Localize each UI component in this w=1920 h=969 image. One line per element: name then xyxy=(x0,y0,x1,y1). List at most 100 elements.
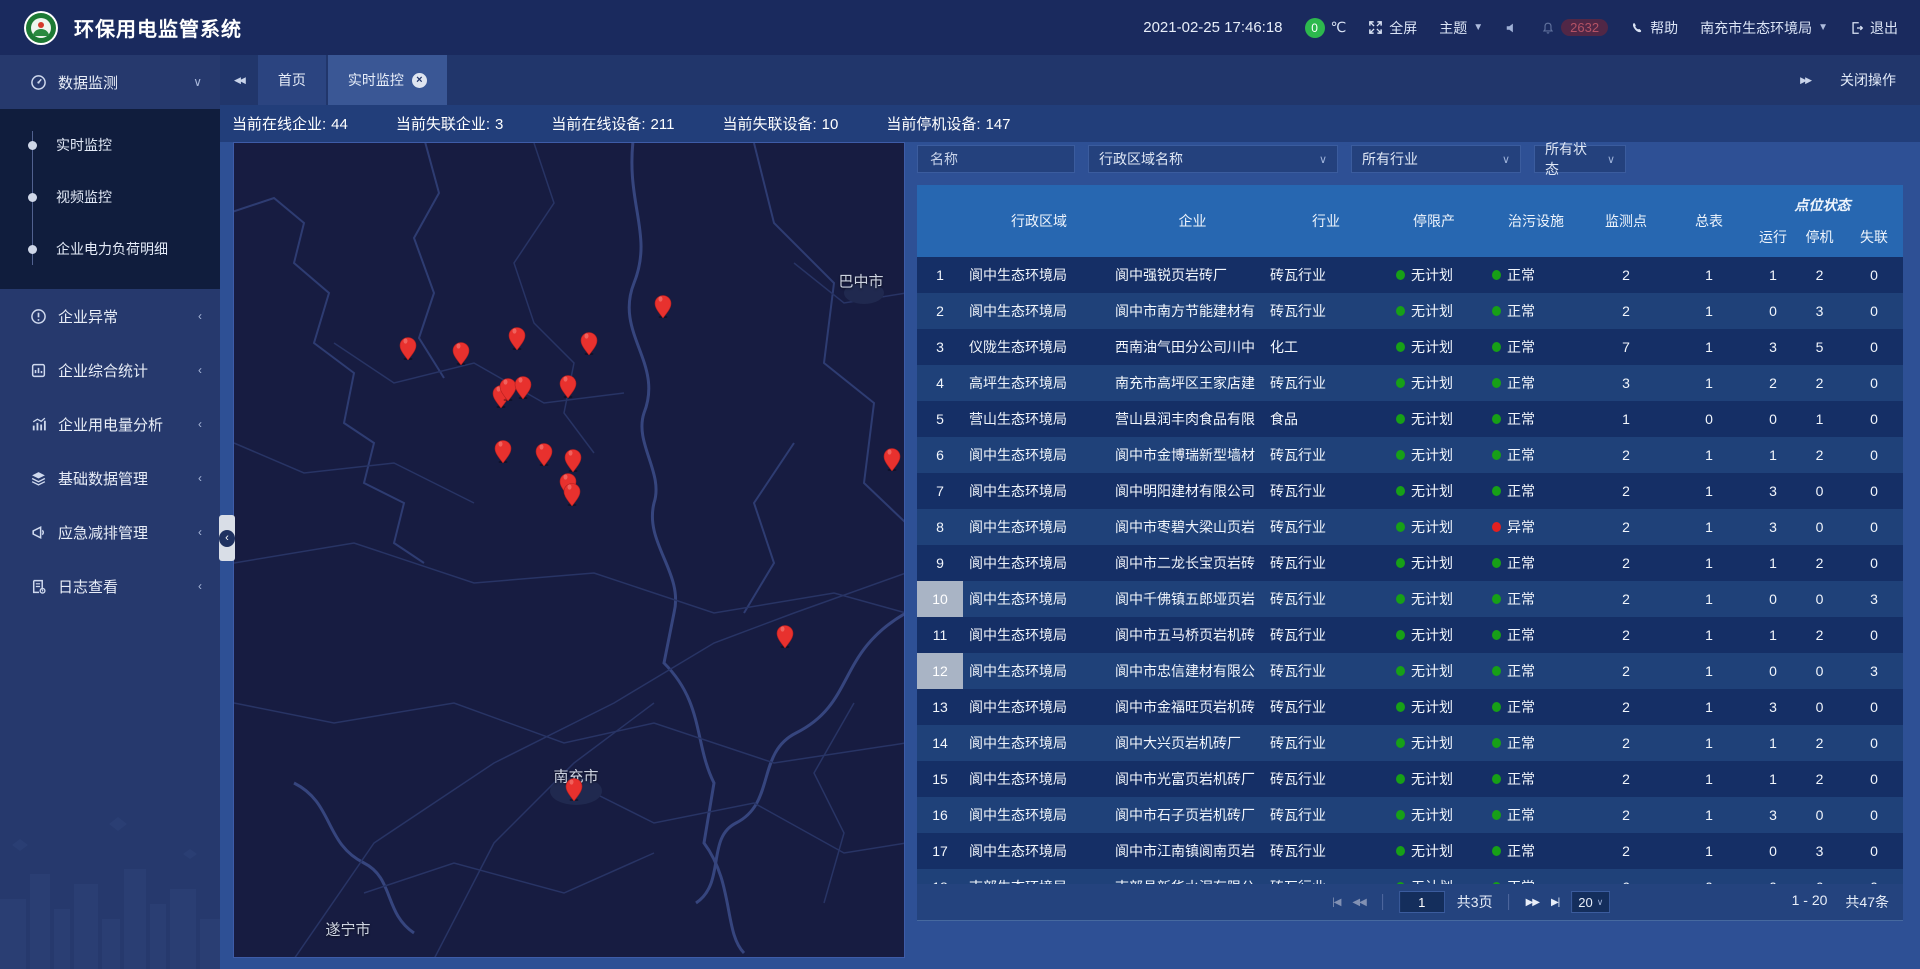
mute-button[interactable] xyxy=(1505,21,1519,35)
table-row[interactable]: 17阆中生态环境局阆中市江南镇阆南页岩砖瓦行业无计划正常21030 xyxy=(917,833,1903,869)
map-marker-pin-icon[interactable] xyxy=(557,368,579,398)
cell-company: 阆中市光富页岩机砖厂 xyxy=(1115,769,1255,789)
table-row[interactable]: 4高坪生态环境局南充市高坪区王家店建砖瓦行业无计划正常31220 xyxy=(917,365,1903,401)
table-row[interactable]: 11阆中生态环境局阆中市五马桥页岩机砖砖瓦行业无计划正常21120 xyxy=(917,617,1903,653)
cell-limit: 无计划 xyxy=(1411,589,1453,609)
filter-bar: 行政区域名称∨ 所有行业∨ 所有状态∨ xyxy=(917,145,1639,173)
map-marker-pin-icon[interactable] xyxy=(533,436,555,466)
cell-points: 2 xyxy=(1622,267,1630,283)
sidebar-collapse-handle[interactable]: ‹ xyxy=(219,515,235,561)
sidebar-item-4[interactable]: 基础数据管理‹ xyxy=(0,451,220,505)
table-row[interactable]: 12阆中生态环境局阆中市忠信建材有限公砖瓦行业无计划正常21003 xyxy=(917,653,1903,689)
sidebar-subitem[interactable]: 视频监控 xyxy=(0,171,220,223)
map-marker-pin-icon[interactable] xyxy=(561,476,583,506)
row-number: 2 xyxy=(917,293,963,329)
map-marker-pin-icon[interactable] xyxy=(450,335,472,365)
cell-industry: 砖瓦行业 xyxy=(1270,517,1326,537)
cell-lost: 0 xyxy=(1870,339,1878,355)
map-marker-pin-icon[interactable] xyxy=(506,320,528,350)
theme-dropdown[interactable]: 主题▼ xyxy=(1439,18,1483,38)
next-page-button[interactable]: ▶▶ xyxy=(1526,897,1539,908)
chevron-left-icon: ‹ xyxy=(219,530,235,547)
table-row[interactable]: 2阆中生态环境局阆中市南方节能建材有砖瓦行业无计划正常21030 xyxy=(917,293,1903,329)
cell-meters: 0 xyxy=(1705,411,1713,427)
map-marker-pin-icon[interactable] xyxy=(563,771,585,801)
status-select[interactable]: 所有状态∨ xyxy=(1534,145,1626,173)
org-dropdown[interactable]: 南充市生态环境局▼ xyxy=(1700,18,1828,38)
table-row[interactable]: 9阆中生态环境局阆中市二龙长宝页岩砖砖瓦行业无计划正常21120 xyxy=(917,545,1903,581)
cell-lost: 0 xyxy=(1870,483,1878,499)
chevron-left-icon: ‹ xyxy=(198,309,202,323)
cell-facility: 正常 xyxy=(1507,877,1535,884)
table-row[interactable]: 1阆中生态环境局阆中强锐页岩砖厂砖瓦行业无计划正常21120 xyxy=(917,257,1903,293)
sidebar-subitem[interactable]: 实时监控 xyxy=(0,119,220,171)
tab-1[interactable]: 实时监控× xyxy=(328,55,447,105)
cell-facility: 正常 xyxy=(1507,373,1535,393)
app-title: 环保用电监管系统 xyxy=(74,13,242,42)
help-button[interactable]: 帮助 xyxy=(1630,18,1678,38)
sidebar-item-2[interactable]: 企业综合统计‹ xyxy=(0,343,220,397)
sidebar-item-3[interactable]: 企业用电量分析‹ xyxy=(0,397,220,451)
enterprise-table: 行政区域企业行业停限产治污设施监测点总表 点位状态 运行停机失联 1阆中生态环境… xyxy=(917,185,1903,921)
table-row[interactable]: 13阆中生态环境局阆中市金福旺页岩机砖砖瓦行业无计划正常21300 xyxy=(917,689,1903,725)
notifications-button[interactable]: 2632 xyxy=(1541,19,1608,36)
fullscreen-button[interactable]: 全屏 xyxy=(1368,18,1417,38)
map[interactable]: 巴中市南充市遂宁市 xyxy=(233,142,905,958)
table-row[interactable]: 15阆中生态环境局阆中市光富页岩机砖厂砖瓦行业无计划正常21120 xyxy=(917,761,1903,797)
table-row[interactable]: 5营山生态环境局营山县润丰肉食品有限食品无计划正常10010 xyxy=(917,401,1903,437)
cell-meters: 1 xyxy=(1705,519,1713,535)
prev-page-button[interactable]: ◀◀ xyxy=(1352,897,1365,908)
table-row[interactable]: 6阆中生态环境局阆中市金博瑞新型墙材砖瓦行业无计划正常21120 xyxy=(917,437,1903,473)
status-dot-icon xyxy=(1396,342,1405,352)
table-row[interactable]: 16阆中生态环境局阆中市石子页岩机砖厂砖瓦行业无计划正常21300 xyxy=(917,797,1903,833)
industry-select[interactable]: 所有行业∨ xyxy=(1351,145,1521,173)
name-search-field[interactable] xyxy=(917,145,1075,173)
table-row[interactable]: 3仪陇生态环境局西南油气田分公司川中化工无计划正常71350 xyxy=(917,329,1903,365)
status-dot-icon xyxy=(1492,594,1501,604)
app-logo-icon xyxy=(24,11,58,45)
close-operations-button[interactable]: 关闭操作 xyxy=(1840,70,1896,90)
page-size-select[interactable]: 20∨ xyxy=(1571,891,1610,913)
table-row[interactable]: 14阆中生态环境局阆中大兴页岩机砖厂砖瓦行业无计划正常21120 xyxy=(917,725,1903,761)
sidebar-item-0[interactable]: 数据监测∨ xyxy=(0,55,220,109)
logout-button[interactable]: 退出 xyxy=(1850,18,1898,38)
name-search-input[interactable] xyxy=(928,150,1064,168)
map-marker-pin-icon[interactable] xyxy=(881,441,903,471)
column-subheader: 停机 xyxy=(1794,227,1845,247)
map-marker-pin-icon[interactable] xyxy=(652,288,674,318)
map-marker-pin-icon[interactable] xyxy=(397,330,419,360)
tab-close-icon[interactable]: × xyxy=(412,73,427,88)
table-row[interactable]: 7阆中生态环境局阆中明阳建材有限公司砖瓦行业无计划正常21300 xyxy=(917,473,1903,509)
region-select[interactable]: 行政区域名称∨ xyxy=(1088,145,1338,173)
sidebar-subitem-label: 视频监控 xyxy=(56,187,112,207)
map-marker-pin-icon[interactable] xyxy=(774,618,796,648)
map-marker-pin-icon[interactable] xyxy=(512,369,534,399)
sidebar-item-label: 基础数据管理 xyxy=(58,468,148,489)
cell-meters: 1 xyxy=(1705,771,1713,787)
map-marker-pin-icon[interactable] xyxy=(578,325,600,355)
cell-stop: 0 xyxy=(1816,663,1824,679)
cell-stop: 3 xyxy=(1816,303,1824,319)
table-row[interactable]: 8阆中生态环境局阆中市枣碧大梁山页岩砖瓦行业无计划异常21300 xyxy=(917,509,1903,545)
chevron-left-icon: ‹ xyxy=(198,525,202,539)
tabs-scroll-left-button[interactable]: ◀◀ xyxy=(220,55,258,105)
cell-stop: 2 xyxy=(1816,627,1824,643)
datetime: 2021-02-25 17:46:18 xyxy=(1143,19,1282,36)
tab-0[interactable]: 首页 xyxy=(258,55,326,105)
sidebar-item-5[interactable]: 应急减排管理‹ xyxy=(0,505,220,559)
tabs-scroll-right-button[interactable]: ▶▶ xyxy=(1800,75,1810,86)
last-page-button[interactable]: ▶| xyxy=(1551,897,1559,908)
map-marker-pin-icon[interactable] xyxy=(492,433,514,463)
table-row[interactable]: 10阆中生态环境局阆中千佛镇五郎垭页岩砖瓦行业无计划正常21003 xyxy=(917,581,1903,617)
sidebar-item-1[interactable]: 企业异常‹ xyxy=(0,289,220,343)
cell-facility: 正常 xyxy=(1507,445,1535,465)
page-number-input[interactable] xyxy=(1399,891,1445,913)
first-page-button[interactable]: |◀ xyxy=(1332,897,1340,908)
status-dot-icon xyxy=(1492,846,1501,856)
sidebar-subitem[interactable]: 企业电力负荷明细 xyxy=(0,223,220,275)
chevron-down-icon: ∨ xyxy=(1319,153,1327,166)
cell-points: 2 xyxy=(1622,735,1630,751)
table-row[interactable]: 18南部生态环境局南部县新华水泥有限公砖瓦行业无计划正常60060 xyxy=(917,869,1903,884)
table-header: 行政区域企业行业停限产治污设施监测点总表 点位状态 运行停机失联 xyxy=(917,185,1903,257)
sidebar-item-6[interactable]: 日志查看‹ xyxy=(0,559,220,613)
